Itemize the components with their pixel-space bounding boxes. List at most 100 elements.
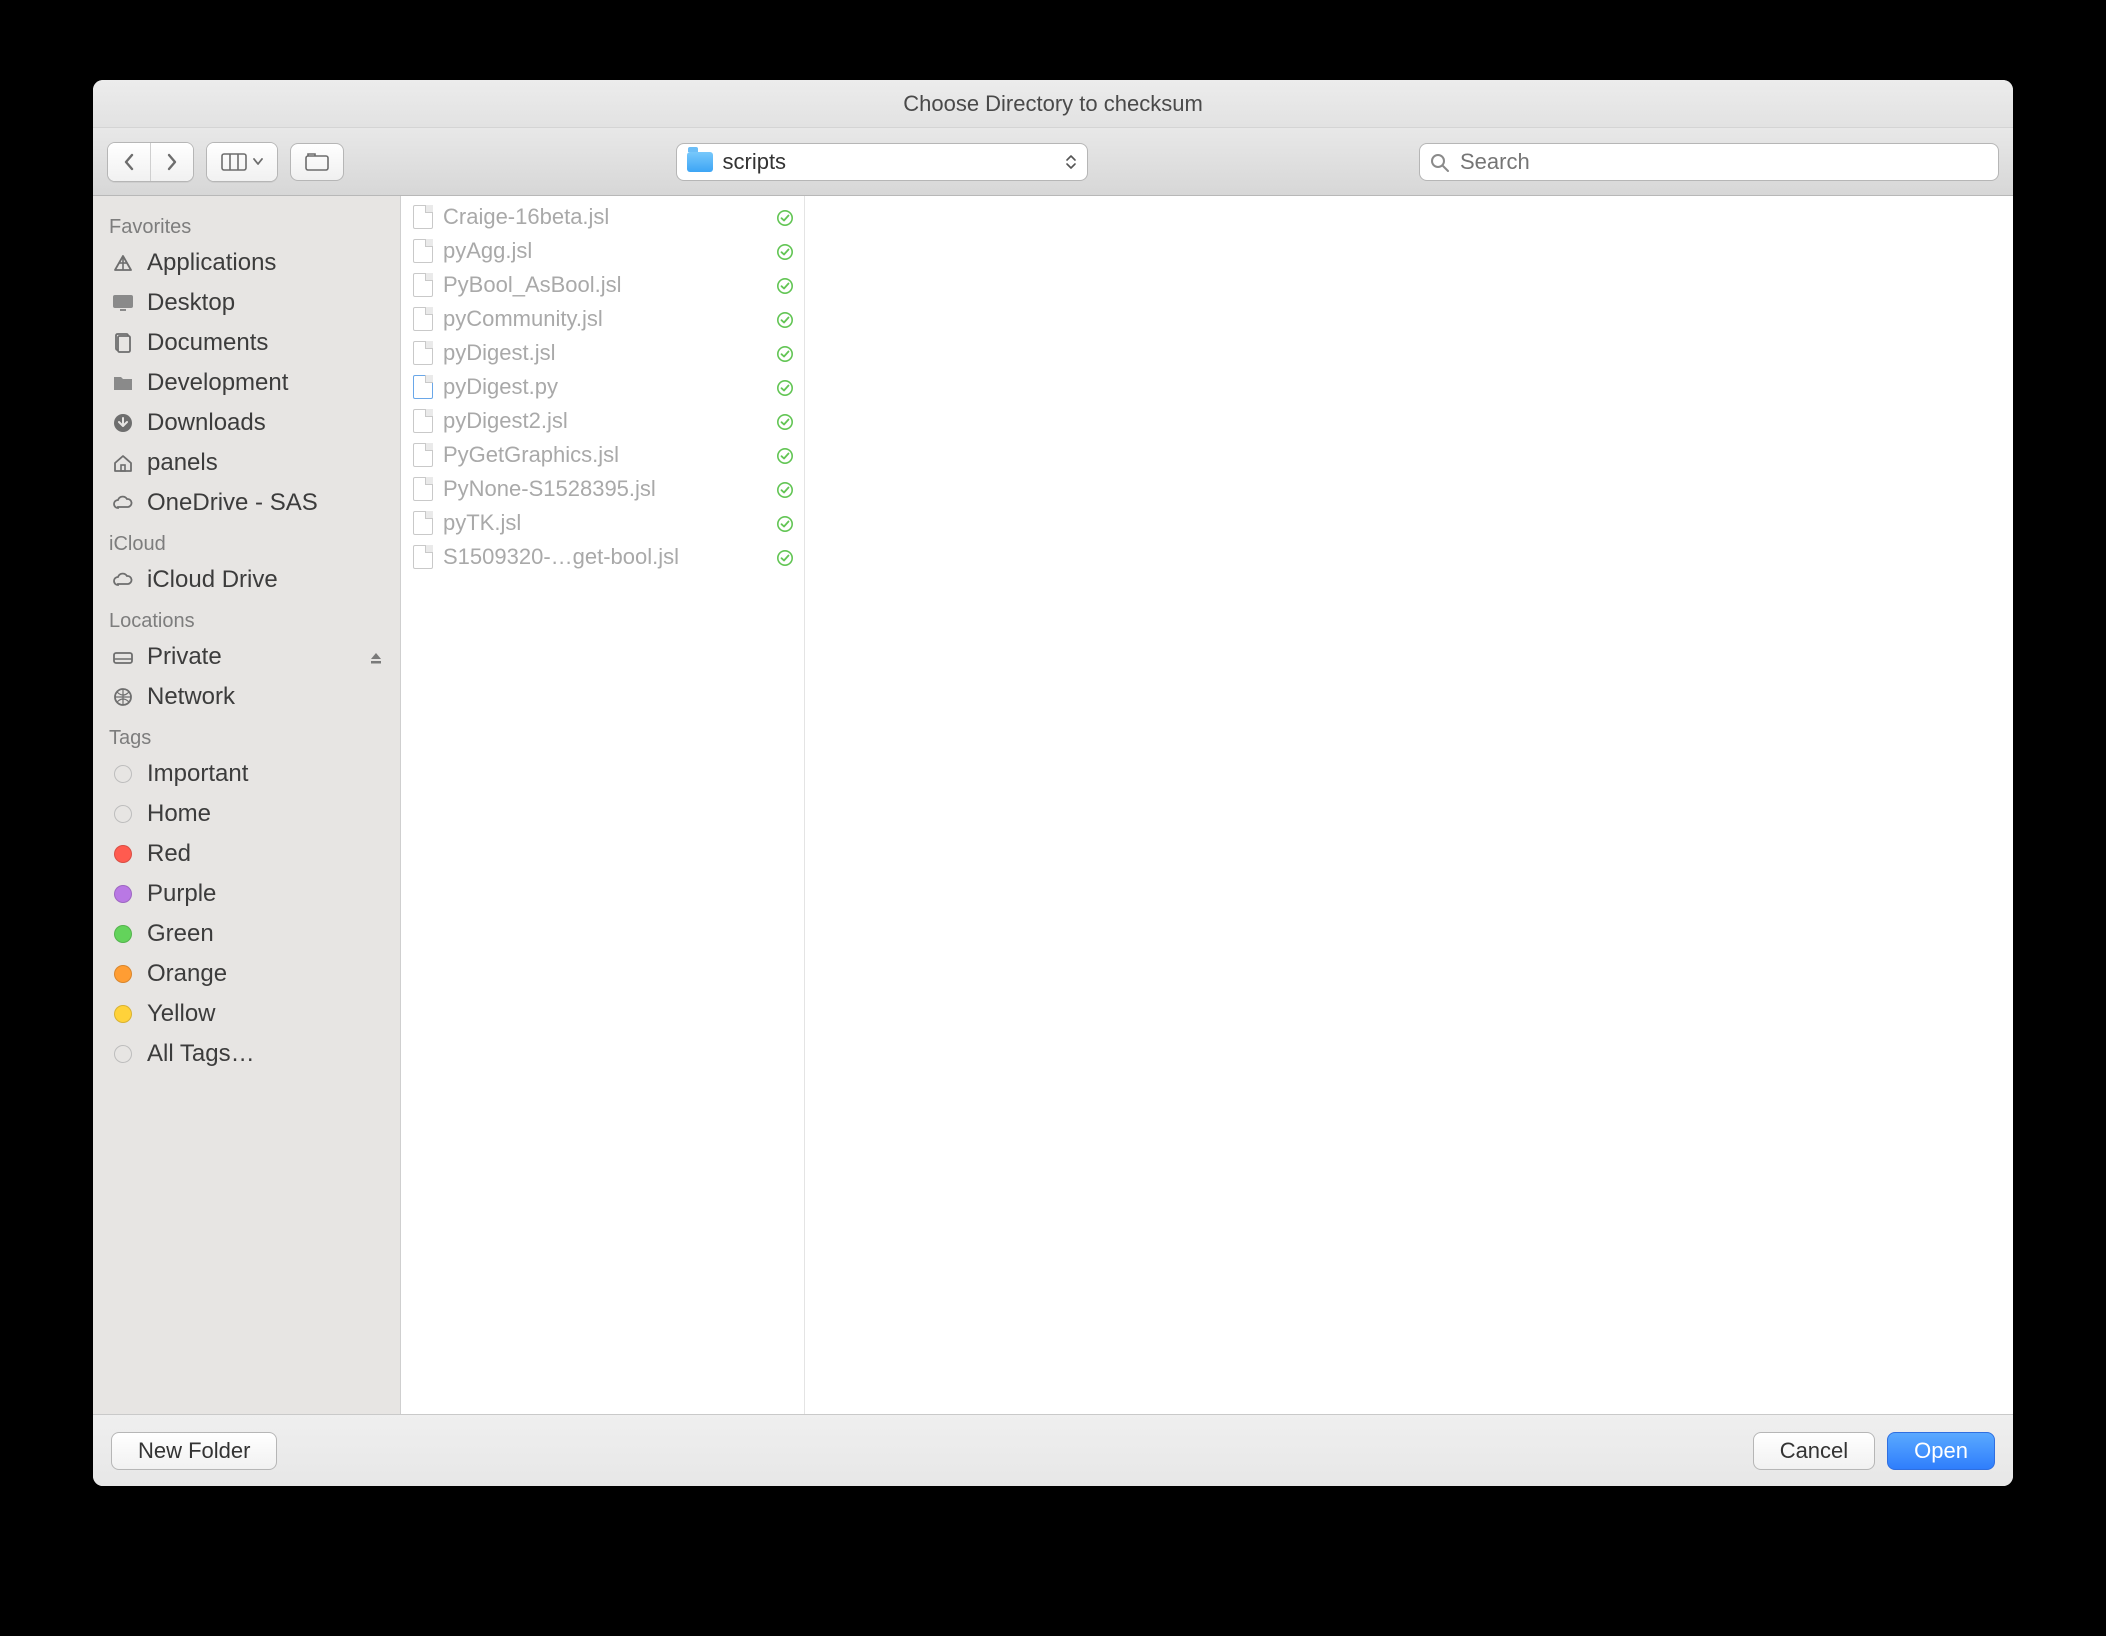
- file-row[interactable]: pyDigest.py: [401, 370, 804, 404]
- open-button[interactable]: Open: [1887, 1432, 1995, 1470]
- sidebar-item-label: iCloud Drive: [147, 566, 278, 594]
- eject-icon[interactable]: [368, 643, 384, 671]
- file-icon: [413, 341, 433, 365]
- sidebar-item-private[interactable]: Private: [93, 637, 400, 677]
- desktop-icon: [109, 292, 137, 314]
- tag-dot-icon: [109, 925, 137, 943]
- file-name: pyDigest.jsl: [443, 340, 555, 366]
- sync-status-icon: [776, 204, 794, 230]
- group-button[interactable]: [290, 143, 344, 181]
- sidebar-item-desktop[interactable]: Desktop: [93, 283, 400, 323]
- sidebar-item-applications[interactable]: Applications: [93, 243, 400, 283]
- stepper-icon: [1065, 154, 1077, 170]
- sidebar-item-label: Private: [147, 643, 222, 671]
- tag-dot-icon: [109, 965, 137, 983]
- sidebar-item-label: Yellow: [147, 1000, 216, 1028]
- file-icon: [413, 239, 433, 263]
- chevron-left-icon: [122, 153, 136, 171]
- file-name: pyTK.jsl: [443, 510, 521, 536]
- sync-status-icon: [776, 272, 794, 298]
- footer: New Folder Cancel Open: [93, 1414, 2013, 1486]
- view-seg: [206, 142, 278, 182]
- path-popup[interactable]: scripts: [676, 143, 1088, 181]
- sync-status-icon: [776, 374, 794, 400]
- open-dialog: Choose Directory to checksum: [93, 80, 2013, 1486]
- file-row[interactable]: Craige-16beta.jsl: [401, 200, 804, 234]
- file-icon: [413, 205, 433, 229]
- sidebar-item-label: Network: [147, 683, 235, 711]
- search-input[interactable]: [1458, 148, 1988, 176]
- dialog-body: FavoritesApplicationsDesktopDocumentsDev…: [93, 196, 2013, 1414]
- sidebar-item-label: Green: [147, 920, 214, 948]
- sidebar-item-tag-important[interactable]: Important: [93, 754, 400, 794]
- tag-dot-icon: [109, 845, 137, 863]
- file-icon: [413, 307, 433, 331]
- sidebar-item-icloud-drive[interactable]: iCloud Drive: [93, 560, 400, 600]
- dialog-title-bar: Choose Directory to checksum: [93, 80, 2013, 128]
- file-row[interactable]: PyNone-S1528395.jsl: [401, 472, 804, 506]
- view-mode-button[interactable]: [207, 143, 277, 181]
- sync-status-icon: [776, 238, 794, 264]
- sync-status-icon: [776, 408, 794, 434]
- file-name: PyNone-S1528395.jsl: [443, 476, 656, 502]
- file-icon: [413, 443, 433, 467]
- tag-dot-icon: [109, 1045, 137, 1063]
- sidebar-item-tag-red[interactable]: Red: [93, 834, 400, 874]
- forward-button[interactable]: [150, 143, 193, 181]
- sidebar-item-network[interactable]: Network: [93, 677, 400, 717]
- sidebar-item-tag-all[interactable]: All Tags…: [93, 1034, 400, 1074]
- tag-dot-icon: [109, 885, 137, 903]
- sidebar: FavoritesApplicationsDesktopDocumentsDev…: [93, 196, 401, 1414]
- current-folder-label: scripts: [723, 149, 787, 175]
- sidebar-item-documents[interactable]: Documents: [93, 323, 400, 363]
- sidebar-item-tag-home[interactable]: Home: [93, 794, 400, 834]
- sidebar-header: iCloud: [93, 523, 400, 560]
- grid-icon: [305, 153, 329, 171]
- columns-icon: [221, 153, 247, 171]
- cancel-button[interactable]: Cancel: [1753, 1432, 1875, 1470]
- documents-icon: [109, 332, 137, 354]
- sidebar-item-onedrive[interactable]: OneDrive - SAS: [93, 483, 400, 523]
- file-icon: [413, 375, 433, 399]
- chevron-right-icon: [165, 153, 179, 171]
- search-field[interactable]: [1419, 143, 1999, 181]
- sidebar-item-label: panels: [147, 449, 218, 477]
- downloads-icon: [109, 412, 137, 434]
- file-icon: [413, 477, 433, 501]
- sidebar-item-tag-yellow[interactable]: Yellow: [93, 994, 400, 1034]
- sidebar-item-tag-green[interactable]: Green: [93, 914, 400, 954]
- folder-icon: [687, 152, 713, 172]
- sidebar-item-development[interactable]: Development: [93, 363, 400, 403]
- toolbar: scripts: [93, 128, 2013, 196]
- file-column: Craige-16beta.jslpyAgg.jslPyBool_AsBool.…: [401, 196, 805, 1414]
- file-row[interactable]: PyBool_AsBool.jsl: [401, 268, 804, 302]
- file-row[interactable]: PyGetGraphics.jsl: [401, 438, 804, 472]
- file-icon: [413, 273, 433, 297]
- file-icon: [413, 511, 433, 535]
- file-icon: [413, 409, 433, 433]
- sidebar-item-tag-orange[interactable]: Orange: [93, 954, 400, 994]
- sidebar-item-label: Red: [147, 840, 191, 868]
- cloud-icon: [109, 492, 137, 514]
- file-row[interactable]: pyDigest2.jsl: [401, 404, 804, 438]
- drive-icon: [109, 646, 137, 668]
- sidebar-item-tag-purple[interactable]: Purple: [93, 874, 400, 914]
- tag-dot-icon: [109, 805, 137, 823]
- sidebar-item-downloads[interactable]: Downloads: [93, 403, 400, 443]
- file-row[interactable]: pyAgg.jsl: [401, 234, 804, 268]
- file-name: S1509320-…get-bool.jsl: [443, 544, 679, 570]
- sidebar-item-label: Applications: [147, 249, 276, 277]
- file-row[interactable]: pyCommunity.jsl: [401, 302, 804, 336]
- file-name: pyDigest2.jsl: [443, 408, 568, 434]
- new-folder-button[interactable]: New Folder: [111, 1432, 277, 1470]
- folder-icon: [109, 372, 137, 394]
- file-row[interactable]: S1509320-…get-bool.jsl: [401, 540, 804, 574]
- sidebar-item-panels[interactable]: panels: [93, 443, 400, 483]
- sync-status-icon: [776, 340, 794, 366]
- back-button[interactable]: [108, 143, 150, 181]
- sidebar-item-label: Documents: [147, 329, 268, 357]
- file-row[interactable]: pyDigest.jsl: [401, 336, 804, 370]
- file-row[interactable]: pyTK.jsl: [401, 506, 804, 540]
- cloud-icon: [109, 569, 137, 591]
- nav-seg: [107, 142, 194, 182]
